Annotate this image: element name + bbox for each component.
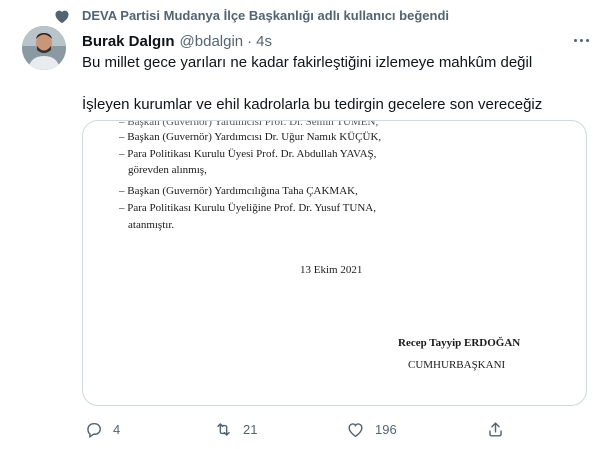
document-image: – Başkan (Guvernör) Yardımcısı Prof. Dr.… xyxy=(83,121,586,405)
tweet-media[interactable]: – Başkan (Guvernör) Yardımcısı Prof. Dr.… xyxy=(82,120,587,406)
heart-icon xyxy=(55,10,69,24)
retweet-icon xyxy=(217,422,230,436)
tweet-text-line-1: Bu millet gece yarıları ne kadar fakirle… xyxy=(82,54,533,71)
doc-title: CUMHURBAŞKANI xyxy=(408,359,506,371)
doc-line: – Para Politikası Kurulu Üyesi Prof. Dr.… xyxy=(119,148,377,160)
doc-signatory: Recep Tayyip ERDOĞAN xyxy=(398,337,521,349)
doc-cut-line: – Başkan (Guvernör) Yardımcısı Prof. Dr.… xyxy=(119,120,379,128)
reply-button[interactable]: 4 xyxy=(84,418,120,440)
social-context-text: DEVA Partisi Mudanya İlçe Başkanlığı adl… xyxy=(82,8,449,23)
reply-count: 4 xyxy=(113,421,121,437)
reply-icon xyxy=(87,422,101,438)
doc-line: – Para Politikası Kurulu Üyeliğine Prof.… xyxy=(119,202,376,214)
like-button[interactable]: 196 xyxy=(346,418,397,440)
avatar[interactable] xyxy=(22,26,66,70)
tweet-actions: 4 21 196 xyxy=(82,418,587,440)
retweet-count: 21 xyxy=(243,421,258,437)
doc-line: – Başkan (Guvernör) Yardımcılığına Taha … xyxy=(119,185,358,197)
avatar-image xyxy=(22,26,66,70)
heart-icon xyxy=(348,422,363,437)
like-count: 196 xyxy=(375,421,397,437)
doc-line: – Başkan (Guvernör) Yardımcısı Dr. Uğur … xyxy=(119,131,382,143)
author-handle[interactable]: @bdalgin xyxy=(180,33,244,50)
separator-dot: · xyxy=(247,32,253,50)
tweet-text-line-2: İşleyen kurumlar ve ehil kadrolarla bu t… xyxy=(82,96,543,113)
share-button[interactable] xyxy=(486,418,505,440)
more-icon xyxy=(573,38,577,42)
doc-line: görevden alınmış, xyxy=(128,164,207,176)
tweet-time[interactable]: 4s xyxy=(256,33,272,50)
author-name[interactable]: Burak Dalgın xyxy=(82,33,175,50)
more-button[interactable] xyxy=(570,30,592,50)
doc-date: 13 Ekim 2021 xyxy=(300,264,363,276)
retweet-button[interactable]: 21 xyxy=(214,418,257,440)
share-icon xyxy=(489,421,502,437)
doc-line: atanmıştır. xyxy=(128,219,175,231)
tweet-header: Burak Dalgın @bdalgin · 4s xyxy=(82,31,272,51)
